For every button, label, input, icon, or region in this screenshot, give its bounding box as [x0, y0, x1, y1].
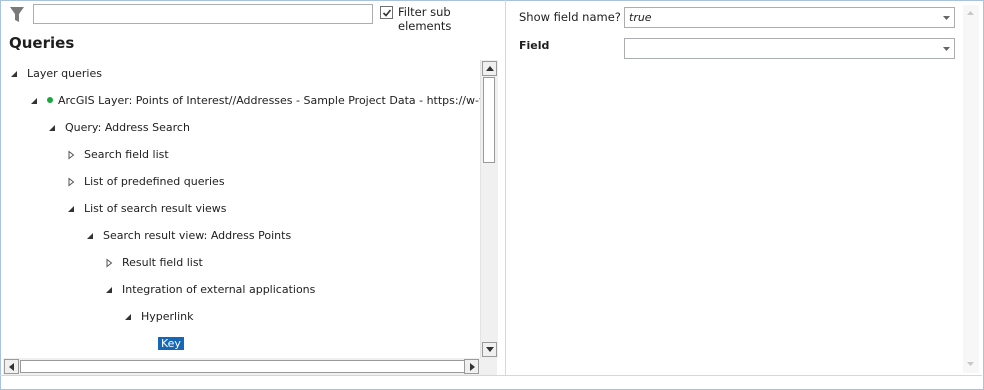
scrollbar-corner: [480, 358, 497, 375]
tree-node-label: Search field list: [84, 148, 169, 161]
tree-horizontal-scrollbar[interactable]: [3, 358, 480, 375]
checkmark-icon: [382, 9, 392, 17]
tree-node-result-view-address-points[interactable]: Search result view: Address Points: [85, 226, 291, 246]
tree-node-label: List of predefined queries: [84, 175, 225, 188]
panel-title: Queries: [9, 34, 75, 52]
horizontal-scroll-thumb[interactable]: [20, 360, 466, 373]
tree-node-search-result-views[interactable]: List of search result views: [66, 199, 227, 219]
tree-vertical-scrollbar[interactable]: [480, 60, 498, 358]
tree-node-label-selected: Key: [158, 337, 184, 350]
scroll-left-button[interactable]: [4, 359, 19, 374]
tree-node-label: ArcGIS Layer: Points of Interest//Addres…: [58, 94, 480, 107]
arrow-up-icon: [486, 66, 494, 71]
filter-sub-elements-label[interactable]: Filter sub elements: [398, 5, 505, 33]
tree-node-layer-queries[interactable]: Layer queries: [9, 64, 102, 84]
filter-input[interactable]: [33, 4, 373, 24]
show-field-name-label: Show field name?: [519, 10, 621, 24]
show-field-name-value: true: [629, 11, 652, 24]
arrow-left-icon: [9, 363, 14, 371]
collapsed-triangle-icon[interactable]: [66, 177, 76, 187]
tree-node-label: Integration of external applications: [122, 283, 316, 296]
tree-node-label: Search result view: Address Points: [103, 229, 292, 242]
tree-node-label: Hyperlink: [141, 310, 194, 323]
scroll-down-button[interactable]: [482, 342, 497, 357]
tree-node-label: List of search result views: [84, 202, 227, 215]
tree-node-predefined-queries[interactable]: List of predefined queries: [66, 172, 225, 192]
field-label: Field: [519, 39, 550, 52]
filter-sub-elements-checkbox[interactable]: [380, 6, 393, 19]
queries-pane: Filter sub elements Queries Layer querie…: [0, 0, 505, 375]
scroll-up-button[interactable]: [482, 61, 497, 76]
tree-node-arcgis-layer[interactable]: ArcGIS Layer: Points of Interest//Addres…: [29, 91, 480, 111]
tree-node-key[interactable]: Key: [158, 334, 184, 354]
show-field-name-dropdown[interactable]: true: [624, 7, 955, 28]
tree-node-result-field-list[interactable]: Result field list: [104, 253, 203, 273]
expanded-triangle-icon[interactable]: [85, 231, 95, 241]
expanded-triangle-icon[interactable]: [104, 285, 114, 295]
bottom-divider: [0, 375, 982, 376]
chevron-down-icon: [943, 16, 950, 20]
tree-node-label: Query: Address Search: [65, 121, 190, 134]
status-dot-icon: [47, 97, 53, 103]
properties-pane: Show field name? true Field: [506, 0, 982, 375]
arrow-down-icon: [486, 347, 494, 352]
tree-node-search-field-list[interactable]: Search field list: [66, 145, 169, 165]
expanded-triangle-icon[interactable]: [47, 123, 57, 133]
arrow-down-icon[interactable]: [967, 362, 974, 366]
query-tree[interactable]: Layer queries ArcGIS Layer: Points of In…: [0, 60, 480, 358]
tree-node-query-address-search[interactable]: Query: Address Search: [47, 118, 190, 138]
collapsed-triangle-icon[interactable]: [104, 258, 114, 268]
field-dropdown[interactable]: [624, 38, 955, 59]
arrow-right-icon: [470, 363, 475, 371]
tree-node-label: Result field list: [122, 256, 203, 269]
scroll-right-button[interactable]: [464, 359, 479, 374]
filter-funnel-icon[interactable]: [9, 6, 25, 24]
tree-node-label: Layer queries: [27, 67, 102, 80]
vertical-scroll-thumb[interactable]: [483, 77, 495, 163]
expanded-triangle-icon[interactable]: [66, 204, 76, 214]
expanded-triangle-icon[interactable]: [123, 312, 133, 322]
arrow-up-icon[interactable]: [967, 11, 974, 15]
collapsed-triangle-icon[interactable]: [66, 150, 76, 160]
expanded-triangle-icon[interactable]: [9, 69, 19, 79]
properties-scrollbar[interactable]: [963, 5, 979, 373]
tree-node-hyperlink[interactable]: Hyperlink: [123, 307, 194, 327]
tree-node-external-applications[interactable]: Integration of external applications: [104, 280, 315, 300]
chevron-down-icon: [943, 47, 950, 51]
expanded-triangle-icon[interactable]: [29, 96, 39, 106]
